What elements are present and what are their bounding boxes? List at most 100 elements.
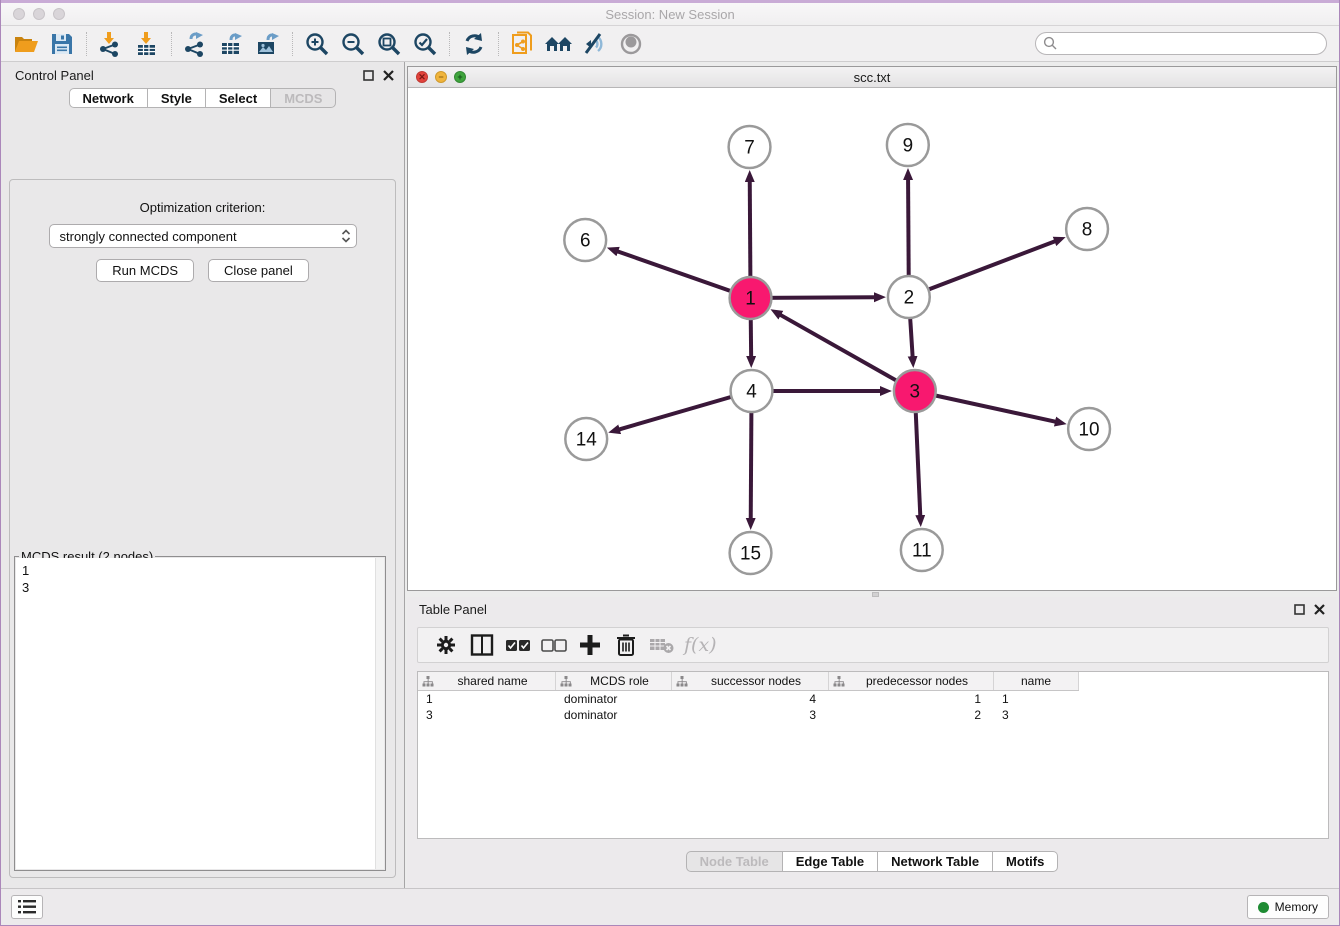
zoom-selected-icon	[412, 31, 438, 57]
main-area: Control Panel NetworkStyleSelectMCDS Opt…	[1, 62, 1339, 888]
open-session-button[interactable]	[11, 30, 41, 58]
criterion-select[interactable]: strongly connected component	[49, 224, 357, 248]
checked-boxes-icon	[505, 639, 531, 652]
close-panel-button[interactable]: Close panel	[208, 259, 309, 282]
deselect-all-rows-button[interactable]	[536, 630, 572, 660]
export-image-button[interactable]	[253, 30, 283, 58]
export-network-button[interactable]	[181, 30, 211, 58]
float-panel-icon[interactable]	[363, 70, 374, 81]
graph-node-6[interactable]: 6	[564, 219, 606, 261]
search-field	[1035, 32, 1327, 55]
zoom-out-button[interactable]	[338, 30, 368, 58]
toolbar-separator	[171, 32, 172, 56]
network-close-button[interactable]: ✕	[416, 71, 428, 83]
node-label: 9	[903, 135, 914, 156]
close-panel-icon[interactable]	[383, 70, 394, 81]
column-type-icon	[676, 676, 688, 687]
search-input[interactable]	[1058, 35, 1326, 53]
control-panel-tabs: NetworkStyleSelectMCDS	[1, 88, 404, 108]
import-network-button[interactable]	[96, 30, 126, 58]
tab-network-table[interactable]: Network Table	[878, 851, 993, 872]
graph-node-2[interactable]: 2	[888, 276, 930, 318]
add-row-button[interactable]	[572, 630, 608, 660]
main-toolbar	[1, 26, 1339, 62]
toolbar-separator	[498, 32, 499, 56]
tab-motifs[interactable]: Motifs	[993, 851, 1058, 872]
graph-node-9[interactable]: 9	[887, 124, 929, 166]
column-header-mcds-role[interactable]: MCDS role	[556, 672, 672, 690]
zoom-selected-button[interactable]	[410, 30, 440, 58]
delete-row-button[interactable]	[608, 630, 644, 660]
show-details-button[interactable]	[616, 30, 646, 58]
node-table[interactable]: shared nameMCDS rolesuccessor nodesprede…	[417, 671, 1329, 839]
float-table-panel-icon[interactable]	[1294, 604, 1305, 615]
node-label: 15	[740, 543, 761, 564]
zoom-in-icon	[304, 31, 330, 57]
edge-2-8[interactable]	[909, 241, 1056, 297]
status-bar: Memory	[1, 888, 1339, 925]
column-header-predecessor-nodes[interactable]: predecessor nodes	[829, 672, 994, 690]
tab-select[interactable]: Select	[206, 88, 271, 108]
network-maximize-button[interactable]: +	[454, 71, 466, 83]
node-label: 14	[576, 429, 597, 450]
show-column-button[interactable]	[464, 630, 500, 660]
zoom-fit-button[interactable]	[374, 30, 404, 58]
graph-node-10[interactable]: 10	[1068, 408, 1110, 450]
zoom-in-button[interactable]	[302, 30, 332, 58]
select-all-rows-button[interactable]	[500, 630, 536, 660]
import-table-button[interactable]	[132, 30, 162, 58]
delete-table-button[interactable]	[644, 630, 680, 660]
new-network-from-selection-button[interactable]	[508, 30, 538, 58]
graph-node-3[interactable]: 3	[894, 370, 936, 412]
hide-details-button[interactable]	[580, 30, 610, 58]
tab-node-table[interactable]: Node Table	[686, 851, 783, 872]
edge-3-1[interactable]	[780, 315, 915, 391]
graph-node-14[interactable]: 14	[565, 418, 607, 460]
tab-edge-table[interactable]: Edge Table	[783, 851, 878, 872]
node-label: 6	[580, 230, 591, 251]
save-session-button[interactable]	[47, 30, 77, 58]
cell-shared-name: 1	[418, 692, 556, 706]
application-window: Session: New Session	[0, 0, 1340, 926]
memory-button[interactable]: Memory	[1247, 895, 1329, 919]
table-options-button[interactable]	[428, 630, 464, 660]
table-row[interactable]: 1dominator411	[418, 691, 1328, 707]
graph-node-1[interactable]: 1	[730, 277, 772, 319]
graph-node-7[interactable]: 7	[729, 126, 771, 168]
mcds-tab-content: Optimization criterion: strongly connect…	[9, 179, 396, 878]
tab-mcds[interactable]: MCDS	[271, 88, 336, 108]
graph-node-8[interactable]: 8	[1066, 208, 1108, 250]
network-minimize-button[interactable]: −	[435, 71, 447, 83]
export-table-button[interactable]	[217, 30, 247, 58]
graph-node-15[interactable]: 15	[730, 532, 772, 574]
tab-style[interactable]: Style	[148, 88, 206, 108]
result-scrollbar[interactable]	[375, 558, 384, 869]
table-toolbar: f(x)	[417, 627, 1329, 663]
graph-node-11[interactable]: 11	[901, 529, 943, 571]
tab-network[interactable]: Network	[69, 88, 148, 108]
optimization-criterion-label: Optimization criterion:	[10, 200, 395, 215]
column-header-shared-name[interactable]: shared name	[418, 672, 556, 690]
column-header-successor-nodes[interactable]: successor nodes	[672, 672, 829, 690]
close-table-panel-icon[interactable]	[1314, 604, 1325, 615]
network-canvas[interactable]: 7 9 6 8 1 2 4 3 14 10 15 11	[408, 88, 1336, 590]
memory-status-dot	[1258, 902, 1269, 913]
zoom-fit-icon	[376, 31, 402, 57]
cell-name: 1	[994, 692, 1079, 706]
criterion-selected-value: strongly connected component	[60, 229, 340, 244]
search-icon	[1043, 36, 1058, 51]
graph-node-4[interactable]: 4	[731, 370, 773, 412]
column-header-name[interactable]: name	[994, 672, 1079, 690]
function-builder-button[interactable]: f(x)	[684, 634, 717, 656]
table-row[interactable]: 3dominator323	[418, 707, 1328, 723]
task-history-button[interactable]	[11, 895, 43, 919]
save-icon	[50, 32, 74, 56]
mcds-result-textarea[interactable]: 1 3	[16, 558, 384, 869]
first-neighbors-button[interactable]	[544, 30, 574, 58]
cell-mcds-role: dominator	[556, 692, 672, 706]
table-panel: Table Panel	[407, 597, 1337, 888]
run-mcds-button[interactable]: Run MCDS	[96, 259, 194, 282]
refresh-view-button[interactable]	[459, 30, 489, 58]
table-panel-header: Table Panel	[407, 597, 1337, 621]
cell-predecessor-nodes: 2	[829, 708, 994, 722]
